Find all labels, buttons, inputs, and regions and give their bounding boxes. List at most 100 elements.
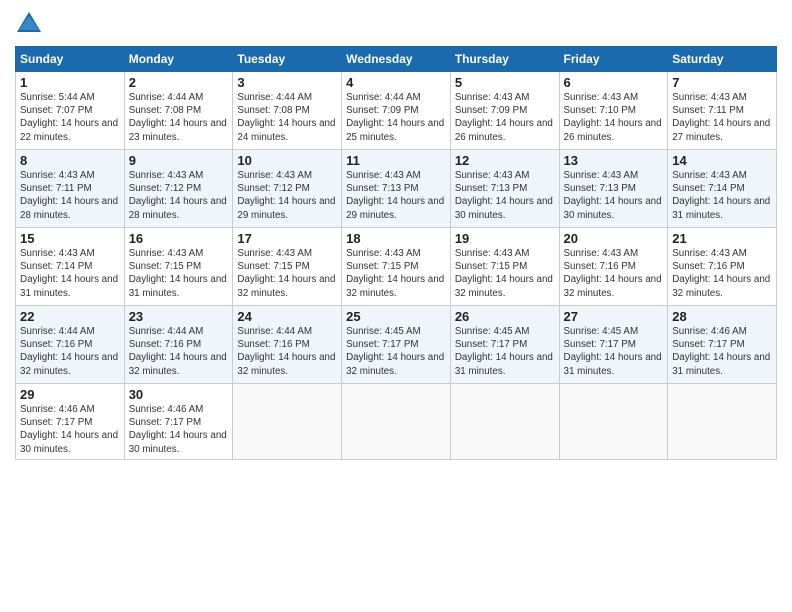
week-row-4: 22 Sunrise: 4:44 AM Sunset: 7:16 PM Dayl… [16,306,777,384]
cell-info: Sunrise: 4:44 AM Sunset: 7:16 PM Dayligh… [20,325,120,378]
calendar-cell: 27 Sunrise: 4:45 AM Sunset: 7:17 PM Dayl… [559,306,668,384]
day-number: 16 [129,231,229,246]
cell-info: Sunrise: 4:43 AM Sunset: 7:14 PM Dayligh… [20,247,120,300]
day-number: 21 [672,231,772,246]
day-number: 19 [455,231,555,246]
day-header-monday: Monday [124,47,233,72]
cell-info: Sunrise: 4:43 AM Sunset: 7:11 PM Dayligh… [672,91,772,144]
calendar-cell [450,384,559,460]
calendar-cell: 28 Sunrise: 4:46 AM Sunset: 7:17 PM Dayl… [668,306,777,384]
day-number: 29 [20,387,120,402]
cell-info: Sunrise: 4:43 AM Sunset: 7:15 PM Dayligh… [346,247,446,300]
calendar-cell: 19 Sunrise: 4:43 AM Sunset: 7:15 PM Dayl… [450,228,559,306]
calendar-cell: 2 Sunrise: 4:44 AM Sunset: 7:08 PM Dayli… [124,72,233,150]
calendar-cell: 8 Sunrise: 4:43 AM Sunset: 7:11 PM Dayli… [16,150,125,228]
day-number: 25 [346,309,446,324]
day-number: 28 [672,309,772,324]
calendar-cell: 11 Sunrise: 4:43 AM Sunset: 7:13 PM Dayl… [342,150,451,228]
day-number: 8 [20,153,120,168]
day-number: 9 [129,153,229,168]
day-number: 17 [237,231,337,246]
calendar-cell: 23 Sunrise: 4:44 AM Sunset: 7:16 PM Dayl… [124,306,233,384]
calendar-cell: 16 Sunrise: 4:43 AM Sunset: 7:15 PM Dayl… [124,228,233,306]
week-row-3: 15 Sunrise: 4:43 AM Sunset: 7:14 PM Dayl… [16,228,777,306]
cell-info: Sunrise: 4:43 AM Sunset: 7:15 PM Dayligh… [455,247,555,300]
week-row-1: 1 Sunrise: 5:44 AM Sunset: 7:07 PM Dayli… [16,72,777,150]
logo [15,10,47,38]
cell-info: Sunrise: 4:45 AM Sunset: 7:17 PM Dayligh… [346,325,446,378]
cell-info: Sunrise: 4:43 AM Sunset: 7:14 PM Dayligh… [672,169,772,222]
day-number: 7 [672,75,772,90]
cell-info: Sunrise: 4:44 AM Sunset: 7:16 PM Dayligh… [129,325,229,378]
week-row-5: 29 Sunrise: 4:46 AM Sunset: 7:17 PM Dayl… [16,384,777,460]
day-number: 2 [129,75,229,90]
day-number: 24 [237,309,337,324]
calendar-cell: 15 Sunrise: 4:43 AM Sunset: 7:14 PM Dayl… [16,228,125,306]
day-number: 18 [346,231,446,246]
page: SundayMondayTuesdayWednesdayThursdayFrid… [0,0,792,612]
day-number: 4 [346,75,446,90]
calendar-cell: 30 Sunrise: 4:46 AM Sunset: 7:17 PM Dayl… [124,384,233,460]
cell-info: Sunrise: 4:43 AM Sunset: 7:13 PM Dayligh… [346,169,446,222]
cell-info: Sunrise: 4:44 AM Sunset: 7:08 PM Dayligh… [237,91,337,144]
cell-info: Sunrise: 4:43 AM Sunset: 7:12 PM Dayligh… [237,169,337,222]
day-header-thursday: Thursday [450,47,559,72]
cell-info: Sunrise: 4:43 AM Sunset: 7:09 PM Dayligh… [455,91,555,144]
calendar-cell: 26 Sunrise: 4:45 AM Sunset: 7:17 PM Dayl… [450,306,559,384]
calendar-cell: 22 Sunrise: 4:44 AM Sunset: 7:16 PM Dayl… [16,306,125,384]
cell-info: Sunrise: 4:43 AM Sunset: 7:16 PM Dayligh… [564,247,664,300]
calendar-cell: 21 Sunrise: 4:43 AM Sunset: 7:16 PM Dayl… [668,228,777,306]
calendar-cell: 10 Sunrise: 4:43 AM Sunset: 7:12 PM Dayl… [233,150,342,228]
week-row-2: 8 Sunrise: 4:43 AM Sunset: 7:11 PM Dayli… [16,150,777,228]
calendar-cell: 12 Sunrise: 4:43 AM Sunset: 7:13 PM Dayl… [450,150,559,228]
cell-info: Sunrise: 4:43 AM Sunset: 7:11 PM Dayligh… [20,169,120,222]
calendar-cell: 20 Sunrise: 4:43 AM Sunset: 7:16 PM Dayl… [559,228,668,306]
calendar-table: SundayMondayTuesdayWednesdayThursdayFrid… [15,46,777,460]
calendar-cell [233,384,342,460]
day-number: 30 [129,387,229,402]
calendar-cell: 14 Sunrise: 4:43 AM Sunset: 7:14 PM Dayl… [668,150,777,228]
day-number: 13 [564,153,664,168]
calendar-cell: 3 Sunrise: 4:44 AM Sunset: 7:08 PM Dayli… [233,72,342,150]
calendar-cell: 5 Sunrise: 4:43 AM Sunset: 7:09 PM Dayli… [450,72,559,150]
day-number: 11 [346,153,446,168]
day-number: 22 [20,309,120,324]
logo-icon [15,10,43,38]
cell-info: Sunrise: 4:44 AM Sunset: 7:09 PM Dayligh… [346,91,446,144]
header [15,10,777,38]
cell-info: Sunrise: 4:44 AM Sunset: 7:16 PM Dayligh… [237,325,337,378]
day-number: 15 [20,231,120,246]
cell-info: Sunrise: 4:43 AM Sunset: 7:16 PM Dayligh… [672,247,772,300]
cell-info: Sunrise: 4:43 AM Sunset: 7:15 PM Dayligh… [237,247,337,300]
calendar-cell: 25 Sunrise: 4:45 AM Sunset: 7:17 PM Dayl… [342,306,451,384]
calendar-cell: 4 Sunrise: 4:44 AM Sunset: 7:09 PM Dayli… [342,72,451,150]
cell-info: Sunrise: 4:43 AM Sunset: 7:13 PM Dayligh… [455,169,555,222]
day-number: 1 [20,75,120,90]
day-header-wednesday: Wednesday [342,47,451,72]
calendar-cell: 18 Sunrise: 4:43 AM Sunset: 7:15 PM Dayl… [342,228,451,306]
day-header-friday: Friday [559,47,668,72]
calendar-cell [559,384,668,460]
day-header-sunday: Sunday [16,47,125,72]
calendar-cell: 24 Sunrise: 4:44 AM Sunset: 7:16 PM Dayl… [233,306,342,384]
calendar-cell [342,384,451,460]
day-number: 5 [455,75,555,90]
calendar-cell: 9 Sunrise: 4:43 AM Sunset: 7:12 PM Dayli… [124,150,233,228]
day-header-tuesday: Tuesday [233,47,342,72]
cell-info: Sunrise: 4:46 AM Sunset: 7:17 PM Dayligh… [20,403,120,456]
day-number: 10 [237,153,337,168]
calendar-cell: 29 Sunrise: 4:46 AM Sunset: 7:17 PM Dayl… [16,384,125,460]
calendar-cell: 17 Sunrise: 4:43 AM Sunset: 7:15 PM Dayl… [233,228,342,306]
cell-info: Sunrise: 4:43 AM Sunset: 7:13 PM Dayligh… [564,169,664,222]
cell-info: Sunrise: 4:46 AM Sunset: 7:17 PM Dayligh… [129,403,229,456]
calendar-cell: 6 Sunrise: 4:43 AM Sunset: 7:10 PM Dayli… [559,72,668,150]
calendar-cell [668,384,777,460]
day-number: 27 [564,309,664,324]
cell-info: Sunrise: 4:43 AM Sunset: 7:10 PM Dayligh… [564,91,664,144]
day-number: 23 [129,309,229,324]
day-number: 14 [672,153,772,168]
day-number: 20 [564,231,664,246]
cell-info: Sunrise: 4:46 AM Sunset: 7:17 PM Dayligh… [672,325,772,378]
header-row: SundayMondayTuesdayWednesdayThursdayFrid… [16,47,777,72]
day-number: 6 [564,75,664,90]
